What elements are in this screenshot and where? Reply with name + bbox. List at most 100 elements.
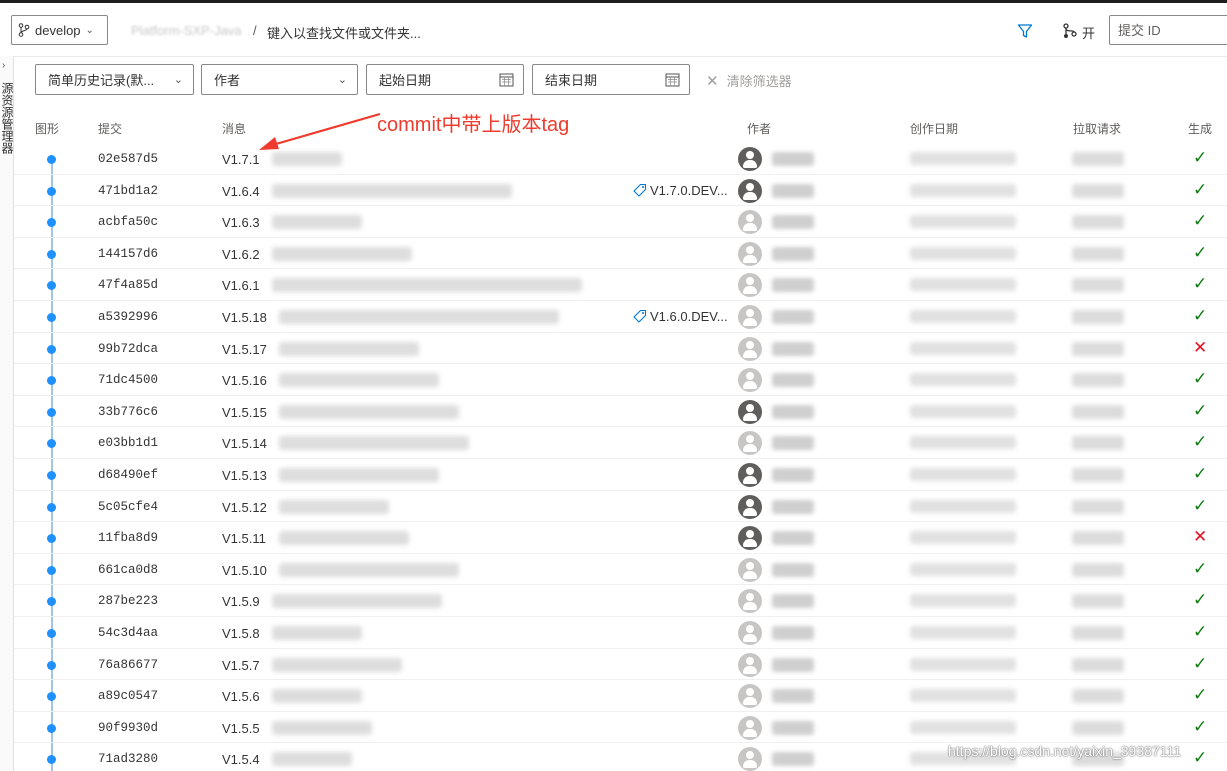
pull-request-link-redacted[interactable]	[1072, 404, 1124, 419]
build-success-icon[interactable]: ✓	[1193, 306, 1207, 325]
commit-hash-link[interactable]: 02e587d5	[98, 152, 158, 166]
table-row[interactable]: 99b72dca V1.5.17 ✕	[14, 333, 1227, 365]
table-row[interactable]: e03bb1d1 V1.5.14 ✓	[14, 427, 1227, 459]
commit-message-version[interactable]: V1.5.8	[222, 626, 260, 641]
build-success-icon[interactable]: ✓	[1193, 149, 1207, 167]
build-success-icon[interactable]: ✓	[1193, 654, 1207, 673]
build-success-icon[interactable]: ✓	[1193, 370, 1207, 388]
commit-hash-link[interactable]: 144157d6	[98, 247, 158, 261]
pull-request-link-redacted[interactable]	[1072, 278, 1124, 293]
commit-hash-link[interactable]: 33b776c6	[98, 405, 158, 419]
table-row[interactable]: 54c3d4aa V1.5.8 ✓	[14, 617, 1227, 649]
pull-request-link-redacted[interactable]	[1072, 657, 1124, 672]
table-row[interactable]: 144157d6 V1.6.2 ✓	[14, 238, 1227, 270]
build-success-icon[interactable]: ✓	[1193, 496, 1207, 515]
build-success-icon[interactable]: ✓	[1193, 464, 1207, 483]
build-success-icon[interactable]: ✓	[1193, 401, 1207, 420]
commit-hash-link[interactable]: e03bb1d1	[98, 436, 158, 450]
table-row[interactable]: d68490ef V1.5.13 ✓	[14, 459, 1227, 491]
commit-hash-link[interactable]: d68490ef	[98, 468, 158, 482]
commit-hash-link[interactable]: 76a86677	[98, 658, 158, 672]
commit-message-version[interactable]: V1.5.5	[222, 721, 260, 736]
repo-name[interactable]: Platform-SXP-Java	[131, 23, 242, 38]
source-explorer-collapsed[interactable]: › 源资源管理器	[0, 56, 14, 771]
build-success-icon[interactable]: ✓	[1193, 591, 1207, 609]
filter-icon[interactable]	[1017, 23, 1033, 39]
commit-hash-link[interactable]: 99b72dca	[98, 342, 158, 356]
commit-message-version[interactable]: V1.5.17	[222, 342, 267, 357]
table-row[interactable]: 33b776c6 V1.5.15 ✓	[14, 396, 1227, 428]
build-success-icon[interactable]: ✓	[1193, 559, 1207, 578]
build-success-icon[interactable]: ✓	[1193, 749, 1207, 767]
commit-message-version[interactable]: V1.5.13	[222, 468, 267, 483]
commit-message-version[interactable]: V1.5.11	[222, 531, 266, 546]
commit-id-input[interactable]	[1109, 15, 1227, 45]
commit-hash-link[interactable]: 71ad3280	[98, 752, 158, 766]
commit-hash-link[interactable]: 471bd1a2	[98, 184, 158, 198]
build-success-icon[interactable]: ✓	[1193, 212, 1207, 230]
clear-filters-button[interactable]: ✕ 清除筛选器	[706, 71, 792, 90]
commit-message-version[interactable]: V1.6.1	[222, 278, 260, 293]
commit-message-version[interactable]: V1.5.15	[222, 405, 267, 420]
table-row[interactable]: 90f9930d V1.5.5 ✓	[14, 712, 1227, 744]
file-search-placeholder[interactable]: 键入以查找文件或文件夹...	[267, 23, 421, 42]
commit-message-version[interactable]: V1.7.1	[222, 152, 260, 167]
pull-request-link-redacted[interactable]	[1072, 309, 1124, 324]
build-failed-icon[interactable]: ✕	[1193, 338, 1207, 357]
commit-hash-link[interactable]: 661ca0d8	[98, 563, 158, 577]
commit-message-version[interactable]: V1.5.4	[222, 752, 260, 767]
build-success-icon[interactable]: ✓	[1193, 275, 1207, 293]
commit-message-version[interactable]: V1.5.10	[222, 563, 267, 578]
commit-hash-link[interactable]: 47f4a85d	[98, 278, 158, 292]
commit-message-version[interactable]: V1.5.7	[222, 658, 260, 673]
commit-hash-link[interactable]: 71dc4500	[98, 373, 158, 387]
commit-hash-link[interactable]: 5c05cfe4	[98, 500, 158, 514]
commit-hash-link[interactable]: 11fba8d9	[98, 531, 158, 545]
pull-request-link-redacted[interactable]	[1072, 467, 1124, 482]
version-tag[interactable]: V1.6.0.DEV...	[633, 309, 728, 324]
table-row[interactable]: 287be223 V1.5.9 ✓	[14, 585, 1227, 617]
commit-message-version[interactable]: V1.5.14	[222, 436, 267, 451]
commit-hash-link[interactable]: 54c3d4aa	[98, 626, 158, 640]
build-success-icon[interactable]: ✓	[1193, 180, 1207, 199]
pull-request-link-redacted[interactable]	[1072, 625, 1124, 640]
commit-message-version[interactable]: V1.5.18	[222, 310, 267, 325]
end-date-picker[interactable]: 结束日期	[532, 64, 690, 95]
pull-request-link-redacted[interactable]	[1072, 562, 1124, 577]
pull-request-link-redacted[interactable]	[1072, 689, 1124, 704]
build-success-icon[interactable]: ✓	[1193, 717, 1207, 736]
commit-message-version[interactable]: V1.6.2	[222, 247, 260, 262]
table-row[interactable]: 02e587d5 V1.7.1 ✓	[14, 143, 1227, 175]
pull-request-link-redacted[interactable]	[1072, 246, 1124, 261]
pull-request-link-redacted[interactable]	[1072, 183, 1124, 198]
build-success-icon[interactable]: ✓	[1193, 622, 1207, 641]
table-row[interactable]: 71dc4500 V1.5.16 ✓	[14, 364, 1227, 396]
pull-request-link-redacted[interactable]	[1072, 531, 1124, 546]
table-row[interactable]: 47f4a85d V1.6.1 ✓	[14, 269, 1227, 301]
commit-hash-link[interactable]: 287be223	[98, 594, 158, 608]
commit-message-version[interactable]: V1.5.6	[222, 689, 260, 704]
pull-request-link-redacted[interactable]	[1072, 152, 1124, 166]
pull-request-link-redacted[interactable]	[1072, 499, 1124, 514]
commit-hash-link[interactable]: acbfa50c	[98, 215, 158, 229]
pull-request-link-redacted[interactable]	[1072, 215, 1124, 230]
commit-hash-link[interactable]: 90f9930d	[98, 721, 158, 735]
commit-hash-link[interactable]: a89c0547	[98, 689, 158, 703]
commit-message-version[interactable]: V1.5.16	[222, 373, 267, 388]
build-success-icon[interactable]: ✓	[1193, 686, 1207, 704]
commit-message-version[interactable]: V1.5.9	[222, 594, 260, 609]
build-success-icon[interactable]: ✓	[1193, 433, 1207, 451]
build-failed-icon[interactable]: ✕	[1193, 528, 1207, 546]
graph-toggle-label[interactable]: 开	[1082, 23, 1095, 42]
version-tag[interactable]: V1.7.0.DEV...	[633, 183, 728, 198]
commit-hash-link[interactable]: a5392996	[98, 310, 158, 324]
table-row[interactable]: acbfa50c V1.6.3 ✓	[14, 206, 1227, 238]
chevron-right-icon[interactable]: ›	[2, 60, 5, 71]
table-row[interactable]: a5392996 V1.5.18 V1.6.0.DEV... ✓	[14, 301, 1227, 333]
table-row[interactable]: 471bd1a2 V1.6.4 V1.7.0.DEV... ✓	[14, 175, 1227, 207]
pull-request-link-redacted[interactable]	[1072, 373, 1124, 388]
pull-request-link-redacted[interactable]	[1072, 594, 1124, 609]
git-graph-toggle-icon[interactable]	[1062, 23, 1078, 39]
table-row[interactable]: a89c0547 V1.5.6 ✓	[14, 680, 1227, 712]
branch-selector[interactable]: develop ⌄	[11, 15, 108, 45]
